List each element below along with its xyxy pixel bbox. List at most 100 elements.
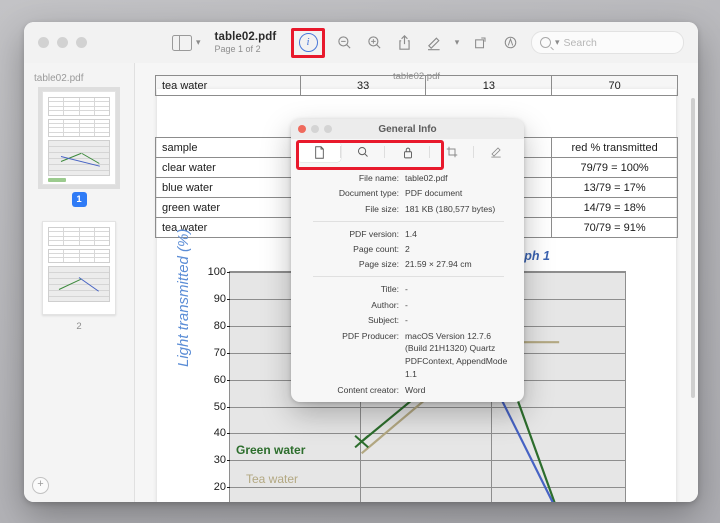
cell-value-1: 33 (299, 75, 427, 96)
info-value: 21.59 × 27.94 cm (405, 259, 472, 270)
info-divider (313, 220, 504, 222)
preview-window: ▾ table02.pdf Page 1 of 2 i ▾ ▾ Search t… (24, 22, 698, 502)
minimize-button[interactable] (57, 37, 68, 48)
close-button[interactable] (38, 37, 49, 48)
marker-green (355, 436, 368, 448)
header-red-transmitted: red % transmitted (551, 137, 678, 158)
sidebar-title: table02.pdf (34, 73, 84, 84)
rotate-button[interactable] (465, 30, 495, 56)
info-row-file-size: File size: 181 KB (180,577 bytes) (291, 203, 514, 216)
info-key: Author: (371, 299, 399, 310)
search-icon (540, 37, 551, 48)
thumbnail-page-1[interactable] (38, 87, 120, 189)
y-tick-100: 100 (207, 266, 231, 278)
search-icon (358, 147, 369, 157)
info-key: PDF Producer: (342, 330, 399, 341)
page-number-label-2: 2 (76, 321, 82, 332)
cell-sample: clear water (155, 157, 301, 178)
search-input[interactable]: ▾ Search (531, 31, 684, 54)
cell-red-transmitted: 79/79 = 100% (551, 157, 678, 178)
info-divider (313, 276, 504, 278)
tab-general-info[interactable] (297, 142, 342, 162)
info-value: Word (405, 384, 426, 395)
info-value: 2 (405, 244, 410, 255)
zoom-in-button[interactable] (359, 30, 389, 56)
maximize-button[interactable] (76, 37, 87, 48)
info-value: - (405, 284, 408, 295)
cell-sample: green water (155, 197, 301, 218)
tab-annotation-info[interactable] (474, 142, 518, 162)
share-button[interactable] (389, 30, 419, 56)
y-tick-70: 70 (213, 346, 231, 359)
info-row-pdf-version: PDF version: 1.4 (291, 228, 514, 241)
thumb-green-marker (48, 178, 66, 183)
chevron-down-icon: ▾ (555, 37, 560, 47)
y-tick-20: 20 (213, 481, 231, 494)
info-row-file-name: File name: table02.pdf (291, 172, 514, 185)
sidebar-toggle-button[interactable]: ▾ (172, 34, 201, 51)
info-key: Creation date: (291, 399, 405, 402)
vertical-scrollbar[interactable] (691, 98, 695, 398)
info-key: File name: (358, 173, 399, 183)
info-key: Document type: (338, 188, 399, 199)
add-circle-icon[interactable]: + (32, 477, 49, 494)
info-row-content-creator: Content creator: Word (291, 384, 514, 397)
rotate-icon (474, 37, 486, 49)
info-key: Content creator: (337, 384, 399, 395)
info-row-title: Title: - (291, 283, 514, 296)
y-tick-80: 80 (213, 319, 231, 332)
header-sample: sample (155, 137, 301, 158)
cell-sample: tea water (155, 75, 301, 96)
document-page-status: Page 1 of 2 (214, 44, 261, 55)
annotate-button[interactable] (495, 30, 525, 56)
thumb-table-main (48, 248, 110, 263)
dialog-title: General Info (378, 123, 437, 135)
y-tick-50: 50 (213, 400, 231, 413)
thumbnail-preview (48, 97, 110, 183)
info-key: File size: (365, 203, 399, 214)
table-row: tea water 33 13 70 (155, 75, 678, 96)
cell-red-transmitted: 70/79 = 91% (551, 217, 678, 238)
series-label-green-water: Green water (236, 442, 306, 457)
info-row-pdf-producer: PDF Producer: macOS Version 12.7.6 (Buil… (291, 330, 514, 382)
thumbnail-page-2[interactable] (42, 221, 116, 315)
info-button[interactable]: i (291, 27, 325, 58)
zoom-in-icon (367, 36, 381, 49)
general-info-dialog: General Info File name: table02.pdf Docu… (291, 119, 524, 402)
markup-pen-icon (428, 36, 440, 50)
info-row-creation-date: Creation date: Dec 27, 2024 at 09:45 (291, 399, 514, 402)
pen-icon (491, 147, 501, 158)
thumbnail-preview (48, 227, 110, 309)
window-traffic-lights (38, 37, 87, 48)
markup-dropdown-button[interactable]: ▾ (449, 30, 465, 56)
thumbnail-list: 1 2 (24, 87, 134, 332)
tab-encryption-info[interactable] (385, 142, 430, 162)
thumb-chart (48, 140, 110, 177)
info-value: Dec 27, 2024 at 09:45 (405, 399, 490, 402)
chevron-down-icon: ▾ (454, 37, 460, 47)
thumb-chart (48, 265, 110, 302)
tab-crop-info[interactable] (430, 142, 474, 162)
dialog-titlebar: General Info (291, 119, 524, 139)
info-value: 1.4 (405, 228, 417, 239)
markup-button[interactable] (419, 30, 449, 56)
series-label-tea-water: Tea water (246, 472, 299, 487)
info-key: Subject: (367, 315, 399, 326)
info-value: PDF document (405, 188, 463, 199)
info-key: Page count: (353, 244, 399, 255)
info-row-page-size: Page size: 21.59 × 27.94 cm (291, 258, 514, 271)
chart-y-axis-label: Light transmitted (%) (175, 228, 192, 367)
document-info: table02.pdf Page 1 of 2 (215, 31, 277, 55)
info-row-subject: Subject: - (291, 314, 514, 327)
zoom-out-button[interactable] (329, 30, 359, 56)
dialog-info-body: File name: table02.pdf Document type: PD… (291, 165, 524, 402)
info-row-document-type: Document type: PDF document (291, 187, 514, 200)
dialog-tab-bar (291, 139, 524, 170)
thumb-table-top (48, 227, 110, 246)
info-value: macOS Version 12.7.6 (Build 21H1320) Qua… (405, 330, 508, 380)
info-value: 181 KB (180,577 bytes) (405, 203, 496, 214)
desktop-background: ▾ table02.pdf Page 1 of 2 i ▾ ▾ Search t… (0, 0, 720, 523)
tab-search-info[interactable] (341, 142, 386, 162)
document-icon (314, 145, 324, 159)
info-value: - (405, 315, 408, 326)
